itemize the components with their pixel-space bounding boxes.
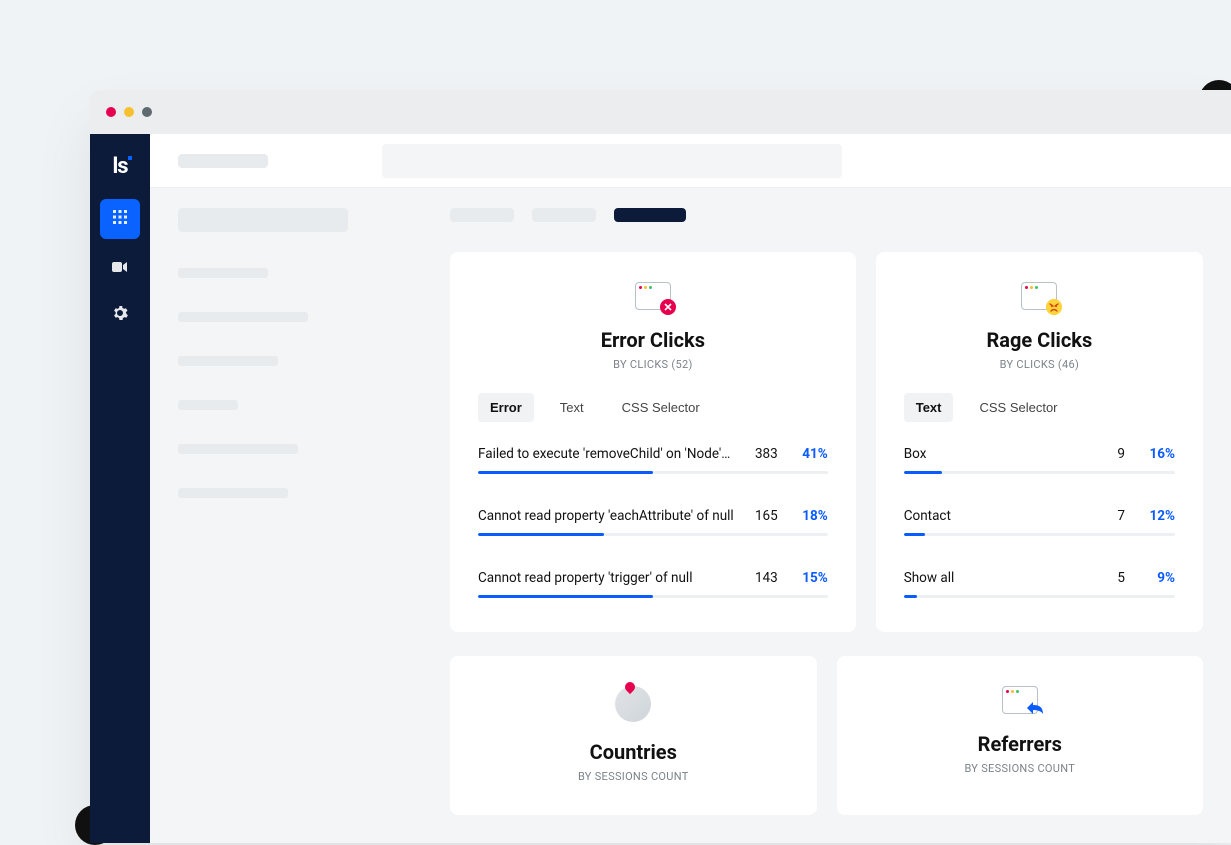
row-count: 7 <box>1095 508 1125 524</box>
close-window-button[interactable] <box>106 107 116 117</box>
card-title: Error Clicks <box>478 328 828 352</box>
row-label: Cannot read property 'trigger' of null <box>478 570 734 586</box>
filter-tab-text[interactable]: Text <box>548 393 596 422</box>
row-count: 383 <box>748 446 778 462</box>
card-rage-clicks: Rage Clicks BY CLICKS (46) Text CSS Sele… <box>876 252 1203 632</box>
window-titlebar <box>90 90 1231 134</box>
row-label: Show all <box>904 570 1081 586</box>
row-percent: 15% <box>792 570 828 586</box>
data-row[interactable]: Contact 7 12% <box>904 508 1175 536</box>
progress-fill <box>904 471 942 474</box>
progress-track <box>904 595 1175 598</box>
progress-fill <box>478 533 604 536</box>
progress-track <box>478 471 828 474</box>
card-error-clicks: Error Clicks BY CLICKS (52) Error Text C… <box>450 252 856 632</box>
search-input-placeholder[interactable] <box>382 144 842 178</box>
list-item[interactable] <box>178 268 268 278</box>
sidebar-item-apps[interactable] <box>100 199 140 239</box>
tab-placeholder[interactable] <box>178 208 348 232</box>
gear-icon <box>112 305 128 325</box>
row-count: 5 <box>1095 570 1125 586</box>
data-row[interactable]: Show all 5 9% <box>904 570 1175 598</box>
progress-track <box>478 533 828 536</box>
referrers-icon <box>1002 686 1038 714</box>
card-title: Countries <box>478 740 789 764</box>
filter-list <box>178 268 422 498</box>
row-label: Cannot read property 'eachAttribute' of … <box>478 508 734 524</box>
brand-logo: ls <box>112 146 127 195</box>
app-window: ls <box>90 90 1231 843</box>
filter-tab-error[interactable]: Error <box>478 393 534 422</box>
dashboard-cards: Error Clicks BY CLICKS (52) Error Text C… <box>450 188 1231 843</box>
tab-placeholder[interactable] <box>450 208 514 222</box>
progress-fill <box>478 471 653 474</box>
filter-tab-css[interactable]: CSS Selector <box>610 393 712 422</box>
top-header <box>150 134 1231 188</box>
video-camera-icon <box>112 258 128 277</box>
progress-track <box>904 533 1175 536</box>
data-row[interactable]: Cannot read property 'trigger' of null 1… <box>478 570 828 598</box>
list-item[interactable] <box>178 312 308 322</box>
list-item[interactable] <box>178 400 238 410</box>
rage-emoji-icon <box>1046 299 1062 315</box>
view-tabs <box>178 208 422 232</box>
row-percent: 12% <box>1139 508 1175 524</box>
tab-placeholder[interactable] <box>532 208 596 222</box>
card-subtitle: BY SESSIONS COUNT <box>478 770 789 783</box>
row-label: Failed to execute 'removeChild' on 'Node… <box>478 446 734 462</box>
data-row[interactable]: Failed to execute 'removeChild' on 'Node… <box>478 446 828 474</box>
row-percent: 16% <box>1139 446 1175 462</box>
row-label: Box <box>904 446 1081 462</box>
filter-tab-text[interactable]: Text <box>904 393 954 422</box>
card-subtitle: BY SESSIONS COUNT <box>865 762 1176 775</box>
maximize-window-button[interactable] <box>142 107 152 117</box>
row-count: 143 <box>748 570 778 586</box>
error-badge-icon <box>660 299 676 315</box>
filter-tab-css[interactable]: CSS Selector <box>967 393 1069 422</box>
rage-clicks-icon <box>1021 282 1057 310</box>
list-item[interactable] <box>178 488 288 498</box>
row-percent: 18% <box>792 508 828 524</box>
data-row[interactable]: Box 9 16% <box>904 446 1175 474</box>
error-clicks-icon <box>635 282 671 310</box>
minimize-window-button[interactable] <box>124 107 134 117</box>
row-percent: 9% <box>1139 570 1175 586</box>
row-count: 9 <box>1095 446 1125 462</box>
row-label: Contact <box>904 508 1081 524</box>
card-referrers: Referrers BY SESSIONS COUNT <box>837 656 1204 815</box>
card-subtitle: BY CLICKS (52) <box>478 358 828 371</box>
filter-tabs: Text CSS Selector <box>904 393 1175 422</box>
card-subtitle: BY CLICKS (46) <box>904 358 1175 371</box>
row-count: 165 <box>748 508 778 524</box>
progress-track <box>904 471 1175 474</box>
countries-icon <box>615 686 651 722</box>
list-item[interactable] <box>178 444 298 454</box>
card-title: Referrers <box>865 732 1176 756</box>
progress-fill <box>904 533 926 536</box>
sidebar-item-recordings[interactable] <box>100 247 140 287</box>
progress-fill <box>478 595 653 598</box>
card-countries: Countries BY SESSIONS COUNT <box>450 656 817 815</box>
progress-fill <box>904 595 918 598</box>
left-panel <box>150 188 450 843</box>
reply-arrow-icon <box>1026 700 1044 719</box>
map-pin-icon <box>623 680 637 694</box>
globe-icon <box>615 686 651 722</box>
tab-placeholder-active[interactable] <box>614 208 686 222</box>
sidebar-nav: ls <box>90 134 150 843</box>
grid-apps-icon <box>112 209 128 229</box>
breadcrumb-placeholder <box>178 154 268 168</box>
filter-tabs: Error Text CSS Selector <box>478 393 828 422</box>
progress-track <box>478 595 828 598</box>
data-row[interactable]: Cannot read property 'eachAttribute' of … <box>478 508 828 536</box>
card-title: Rage Clicks <box>904 328 1175 352</box>
sidebar-item-settings[interactable] <box>100 295 140 335</box>
list-item[interactable] <box>178 356 278 366</box>
row-percent: 41% <box>792 446 828 462</box>
